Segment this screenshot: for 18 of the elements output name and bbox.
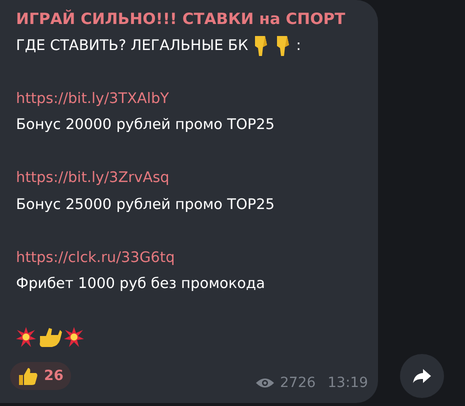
eye-icon — [256, 376, 274, 388]
explosion-icon — [16, 327, 36, 348]
colon-text: : — [296, 36, 302, 56]
message-text: Бонус 25000 рублей промо TOP25 — [16, 196, 276, 214]
message-text: Бонус 20000 рублей промо TOP25 — [16, 116, 276, 135]
view-count: 2726 — [280, 374, 316, 390]
channel-title: ИГРАЙ СИЛЬНО!!! СТАВКИ на СПОРТ — [16, 8, 346, 30]
thumbs-up-icon — [18, 366, 38, 386]
link[interactable]: https://bit.ly/3TXAlbY — [16, 90, 170, 106]
link[interactable]: https://bit.ly/3ZrvAsq — [16, 170, 170, 186]
message-text: ГДЕ СТАВИТЬ? ЛЕГАЛЬНЫЕ БК — [16, 36, 248, 56]
message-time: 13:19 — [328, 374, 368, 390]
link[interactable]: https://clck.ru/33G6tq — [16, 250, 175, 266]
reaction-button[interactable]: 26 — [10, 362, 72, 390]
explosion-icon — [64, 327, 84, 348]
share-button[interactable] — [400, 354, 444, 398]
message-text: Фрибет 1000 руб без промокода — [16, 275, 266, 294]
share-icon — [412, 369, 430, 383]
